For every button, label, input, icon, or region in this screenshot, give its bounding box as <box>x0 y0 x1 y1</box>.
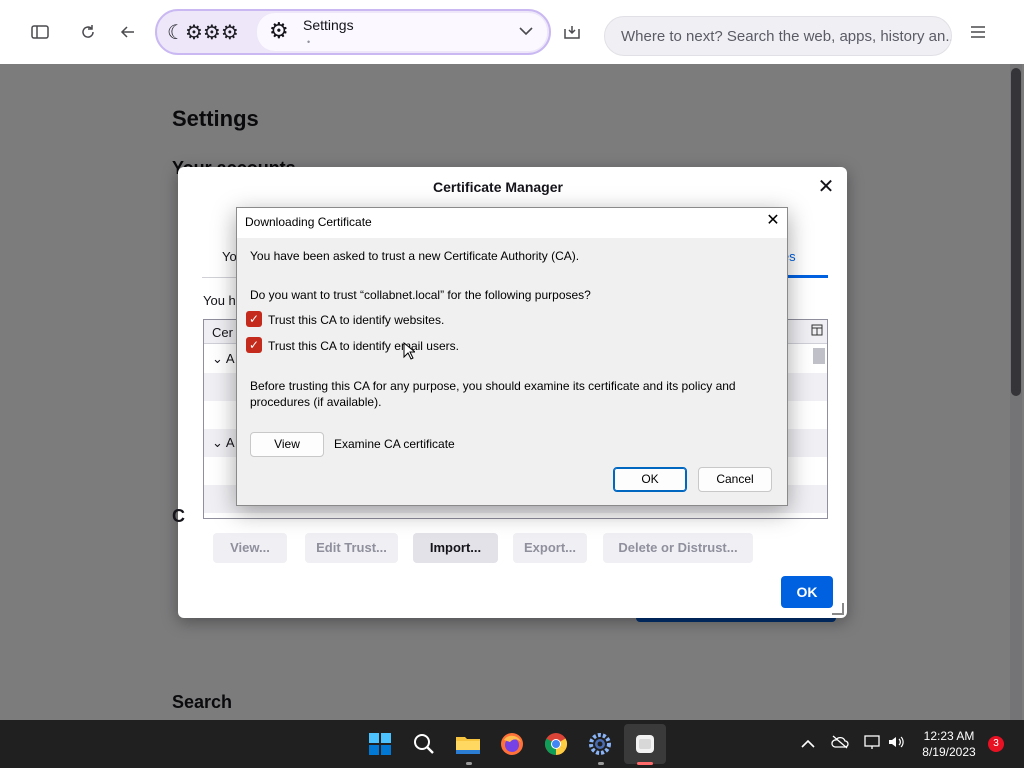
examine-advice-text: Before trusting this CA for any purpose,… <box>250 379 736 393</box>
active-indicator <box>637 762 653 765</box>
gear-icon[interactable]: ⚙ <box>185 20 203 45</box>
notification-badge[interactable]: 3 <box>988 736 1004 752</box>
edit-trust-button[interactable]: Edit Trust... <box>305 533 398 563</box>
gear-icon[interactable]: ⚙ <box>203 20 221 45</box>
running-indicator <box>598 762 604 765</box>
clock-time: 12:23 AM <box>923 729 975 743</box>
system-clock[interactable]: 12:23 AM 8/19/2023 <box>912 728 986 760</box>
firefox-icon[interactable] <box>498 730 526 758</box>
trust-question-text: Do you want to trust “collabnet.local” f… <box>250 288 591 302</box>
tab-group[interactable]: ☾ ⚙ ⚙ ⚙ ⚙ Settings • <box>155 9 551 55</box>
certificate-description: You h <box>203 293 236 308</box>
clock-date: 8/19/2023 <box>922 745 976 759</box>
tree-group-label: ⌄ A <box>212 351 234 367</box>
cloud-offline-icon[interactable] <box>830 734 850 754</box>
cancel-button[interactable]: Cancel <box>698 467 772 492</box>
chevron-down-icon: ⌄ <box>212 435 223 450</box>
chrome-icon[interactable] <box>542 730 570 758</box>
tree-scroll-thumb[interactable] <box>813 348 825 364</box>
running-indicator <box>466 762 472 765</box>
tab-settings[interactable] <box>257 13 547 51</box>
pinned-tab-icons[interactable]: ☾ ⚙ ⚙ ⚙ <box>167 20 239 45</box>
chevron-down-icon[interactable] <box>519 23 533 41</box>
trust-request-text: You have been asked to trust a new Certi… <box>250 249 580 263</box>
downloading-certificate-dialog: Downloading Certificate ✕ You have been … <box>236 207 788 506</box>
trust-email-label[interactable]: Trust this CA to identify email users. <box>268 339 459 353</box>
windows-start-icon[interactable] <box>366 730 394 758</box>
trust-websites-checkbox[interactable]: ✓ <box>246 311 262 327</box>
url-bar[interactable]: Where to next? Search the web, apps, his… <box>604 16 952 56</box>
ok-button[interactable]: OK <box>781 576 833 608</box>
tab-your-certificates[interactable]: Yo <box>222 249 237 264</box>
export-button[interactable]: Export... <box>513 533 587 563</box>
menu-icon[interactable] <box>964 18 992 46</box>
trust-email-checkbox[interactable]: ✓ <box>246 337 262 353</box>
file-explorer-icon[interactable] <box>454 730 482 758</box>
volume-icon[interactable] <box>886 734 906 754</box>
view-certificate-button[interactable]: View <box>250 432 324 457</box>
tree-group-label: ⌄ A <box>212 435 234 451</box>
ok-button[interactable]: OK <box>613 467 687 492</box>
group-label: A <box>225 351 235 366</box>
certificate-manager-title: Certificate Manager <box>433 179 563 195</box>
chevron-up-icon[interactable] <box>798 734 818 754</box>
reload-icon[interactable] <box>74 18 102 46</box>
section-heading-partial: C <box>172 506 185 526</box>
windows-taskbar: 12:23 AM 8/19/2023 3 <box>0 720 1024 768</box>
back-arrow-icon[interactable] <box>114 18 142 46</box>
close-icon[interactable]: ✕ <box>765 213 781 229</box>
chevron-down-icon: ⌄ <box>212 351 223 366</box>
import-button[interactable]: Import... <box>413 533 498 563</box>
settings-gear-icon: ⚙ <box>269 18 289 43</box>
dialog-titlebar[interactable]: Downloading Certificate ✕ <box>237 208 787 238</box>
close-icon[interactable]: ✕ <box>816 177 836 197</box>
view-button[interactable]: View... <box>213 533 287 563</box>
dialog-title: Downloading Certificate <box>245 215 372 229</box>
moon-icon[interactable]: ☾ <box>167 20 185 45</box>
search-icon[interactable] <box>410 730 438 758</box>
settings-gear-icon[interactable] <box>586 730 614 758</box>
url-placeholder: Where to next? Search the web, apps, his… <box>621 28 951 45</box>
browser-app-icon[interactable] <box>631 730 659 758</box>
group-label: A <box>225 435 235 450</box>
examine-ca-label: Examine CA certificate <box>334 437 455 451</box>
gear-icon[interactable]: ⚙ <box>221 20 239 45</box>
tab-title: Settings <box>303 17 354 33</box>
trust-websites-label[interactable]: Trust this CA to identify websites. <box>268 313 444 327</box>
resize-grip-icon[interactable] <box>832 603 844 615</box>
delete-or-distrust-button[interactable]: Delete or Distrust... <box>603 533 753 563</box>
tree-header-label: Cer <box>212 325 233 340</box>
browser-toolbar: ☾ ⚙ ⚙ ⚙ ⚙ Settings • Where to next? Sear… <box>0 0 1024 64</box>
download-tray-icon[interactable] <box>558 18 586 46</box>
tab-subtitle: • <box>307 37 311 47</box>
column-picker-icon[interactable] <box>811 324 825 338</box>
examine-advice-text-2: procedures (if available). <box>250 395 382 409</box>
mouse-cursor-icon <box>403 342 415 360</box>
sidebar-toggle-icon[interactable] <box>26 18 54 46</box>
network-icon[interactable] <box>862 734 882 754</box>
